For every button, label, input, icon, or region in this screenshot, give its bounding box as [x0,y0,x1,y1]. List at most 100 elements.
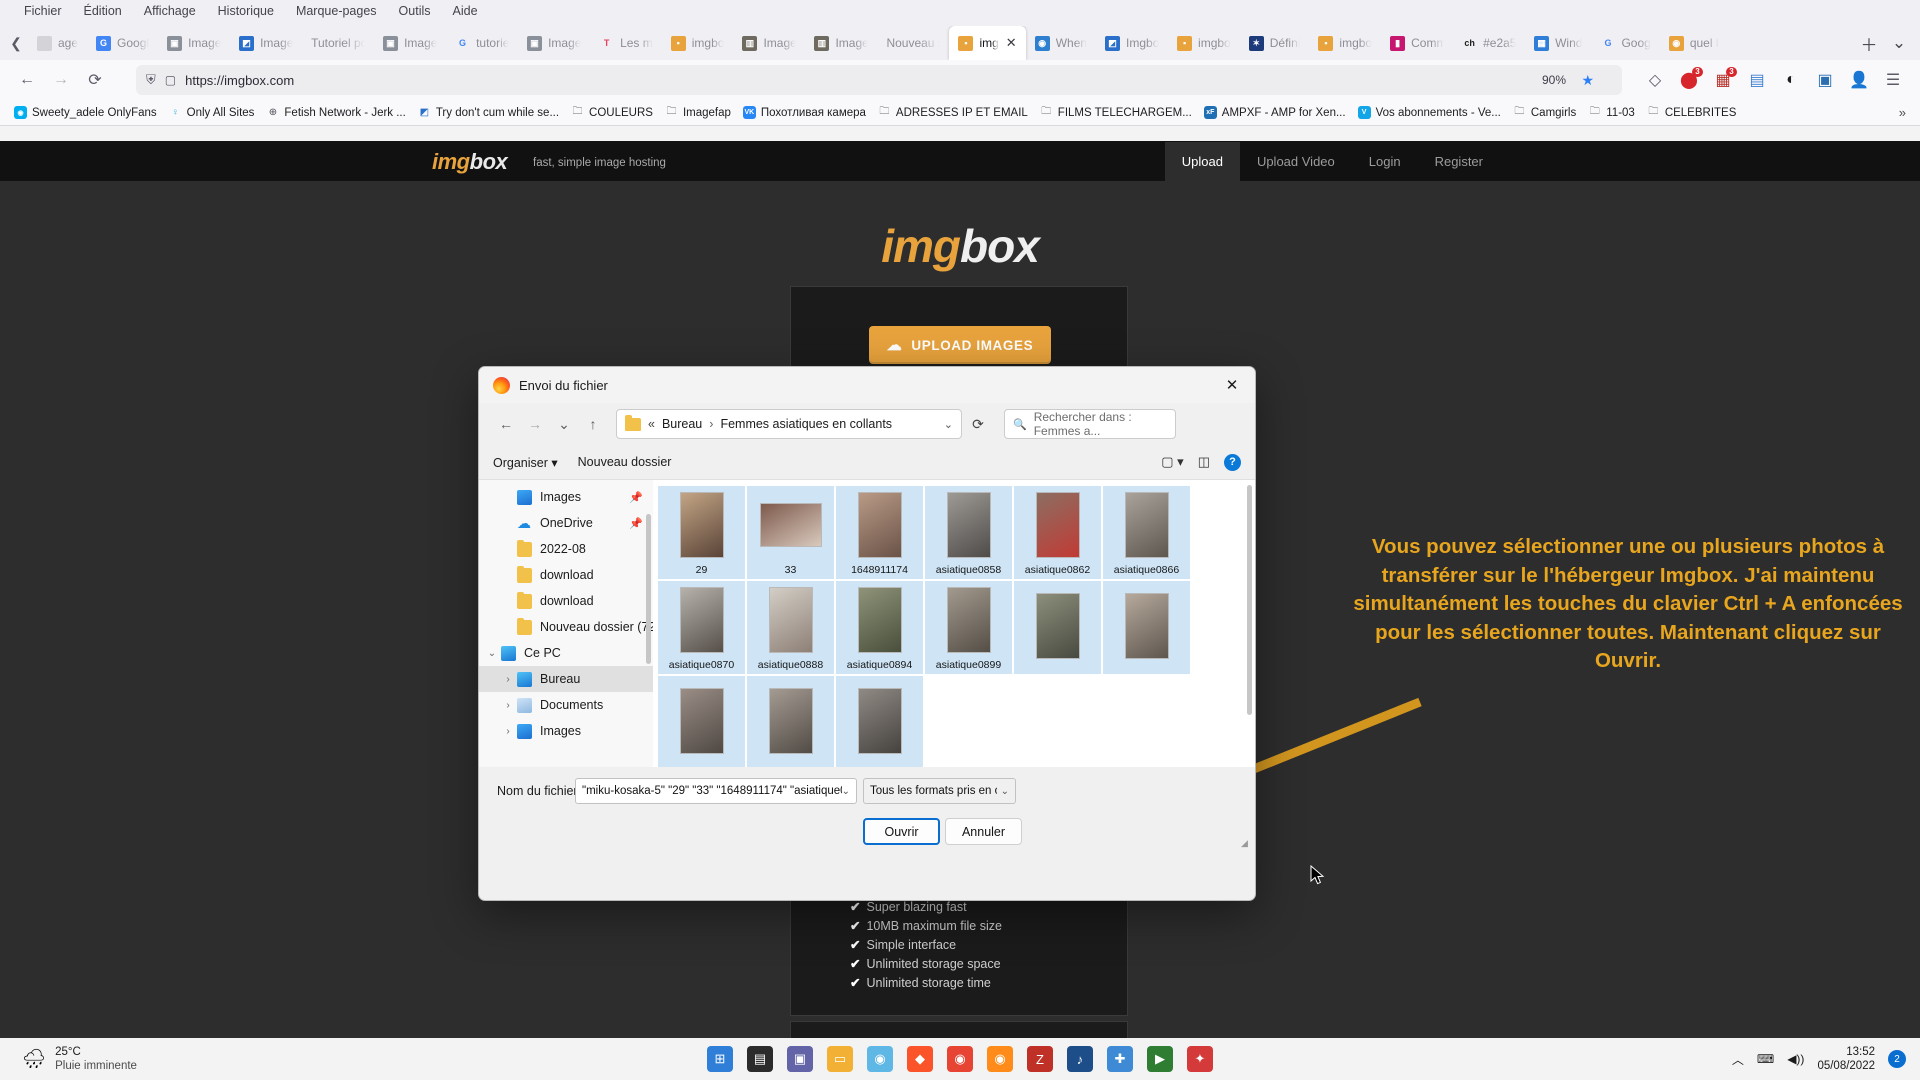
dark-reader-icon[interactable]: ◐ [1776,65,1806,95]
chevron-down-icon[interactable]: ⌄ [483,648,501,659]
bookmark-9[interactable]: xF AMPXF - AMP for Xen... [1198,104,1352,121]
tab-16[interactable]: ▪ imgbo [1168,26,1240,60]
bookmark-star-icon[interactable]: ★ [1581,72,1594,89]
teams-icon[interactable]: ▣ [787,1046,813,1072]
media-icon[interactable]: ▶ [1147,1046,1173,1072]
start-icon[interactable]: ⊞ [707,1046,733,1072]
save-to-pocket-icon[interactable]: ◇ [1640,65,1670,95]
tab-10[interactable]: ▥ Image [733,26,805,60]
menu-item--dition[interactable]: Édition [84,4,122,18]
tab-1[interactable]: G Googl [87,26,158,60]
shield-icon[interactable]: ⛨ [146,72,156,88]
cancel-button[interactable]: Annuler [945,818,1022,845]
tab-20[interactable]: ch #e2a5 [1453,26,1525,60]
view-mode-icon[interactable]: ▢ ▾ [1161,454,1183,470]
tab-7[interactable]: ▣ Image [518,26,590,60]
app-menu-icon[interactable]: ☰ [1878,65,1908,95]
puzzle-icon[interactable]: ✦ [1187,1046,1213,1072]
preview-pane-icon[interactable]: ◫ [1198,454,1210,470]
tab-18[interactable]: ▪ imgbo [1309,26,1381,60]
chevron-right-icon[interactable]: › [499,700,517,711]
taskview-icon[interactable]: ▤ [747,1046,773,1072]
file-item[interactable]: 29 [658,486,745,579]
notification-badge[interactable]: 2 [1888,1050,1906,1068]
tab-0[interactable]: age [28,26,87,60]
tool-icon[interactable]: ✚ [1107,1046,1133,1072]
bookmark-1[interactable]: ♀ Only All Sites [163,104,261,121]
new-folder-button[interactable]: Nouveau dossier [578,455,672,469]
tray-expand-icon[interactable]: ︿ [1732,1051,1744,1068]
tab-4[interactable]: Tutoriel po [302,26,374,60]
organize-menu[interactable]: Organiser ▾ [493,455,558,470]
sidebar-item-download[interactable]: download [479,588,653,614]
dialog-search-input[interactable]: 🔍 Rechercher dans : Femmes a... [1004,409,1176,439]
bookmark-12[interactable]: 🗀 11-03 [1582,104,1641,121]
tab-11[interactable]: ▥ Image [805,26,877,60]
breadcrumb-item-1[interactable]: Femmes asiatiques en collants [720,417,892,431]
file-grid-scrollbar[interactable] [1247,485,1252,715]
bookmark-8[interactable]: 🗀 FILMS TELECHARGEM... [1034,104,1198,121]
volume-icon[interactable]: ◀)) [1787,1052,1804,1066]
site-logo[interactable]: imgbox [432,149,508,175]
dialog-refresh-icon[interactable]: ⟳ [965,411,991,437]
tab-21[interactable]: ▦ Wind [1525,26,1591,60]
menu-item-fichier[interactable]: Fichier [24,4,62,18]
tab-15[interactable]: ◩ Imgbo [1096,26,1168,60]
file-item[interactable] [1014,581,1101,674]
sidebar-item-documents[interactable]: › Documents [479,692,653,718]
dialog-up-icon[interactable]: ↑ [580,411,606,437]
file-item[interactable] [836,676,923,767]
pin-icon[interactable]: 📌 [629,491,653,504]
tab-scroll-left-icon[interactable]: ❮ [4,26,28,60]
file-item[interactable] [1103,581,1190,674]
tab-6[interactable]: Gtutorie [446,26,518,60]
adblock-extension-icon[interactable]: ▦ 3 [1708,65,1738,95]
sidebar-item-images[interactable]: Images 📌 [479,484,653,510]
audio-icon[interactable]: ♪ [1067,1046,1093,1072]
file-item[interactable]: asiatique0894 [836,581,923,674]
menu-item-outils[interactable]: Outils [399,4,431,18]
tab-14[interactable]: ◉ When [1026,26,1096,60]
bookmark-2[interactable]: ⊕ Fetish Network - Jerk ... [260,104,411,121]
sidebar-item-download[interactable]: download [479,562,653,588]
taskbar-clock[interactable]: 13:52 05/08/2022 [1817,1045,1875,1073]
chevron-right-icon[interactable]: › [499,726,517,737]
forward-icon[interactable]: → [46,65,76,95]
bookmark-4[interactable]: 🗀 COULEURS [565,104,659,121]
browser-icon[interactable]: ◉ [867,1046,893,1072]
dialog-recent-locations-icon[interactable]: ⌄ [551,411,577,437]
new-tab-button[interactable]: ＋ [1854,26,1884,60]
dialog-back-icon[interactable]: ← [493,411,519,437]
bookmark-3[interactable]: ◩ Try don't cum while se... [412,104,565,121]
bookmark-10[interactable]: V Vos abonnements - Ve... [1352,104,1507,121]
open-button[interactable]: Ouvrir [863,818,940,845]
address-bar[interactable]: ⛨ ▢ https://imgbox.com 90% ★ [136,65,1622,95]
bookmark-13[interactable]: 🗀 CELEBRITES [1641,104,1743,121]
sidebar-item-onedrive[interactable]: ☁ OneDrive 📌 [479,510,653,536]
site-nav-register[interactable]: Register [1418,142,1500,181]
screenshot-extension-icon[interactable]: ▤ [1742,65,1772,95]
back-icon[interactable]: ← [12,65,42,95]
bookmark-6[interactable]: VK Похотливая камера [737,104,872,121]
sidebar-scrollbar[interactable] [646,514,651,664]
site-nav-login[interactable]: Login [1352,142,1418,181]
account-icon[interactable]: 👤 [1844,65,1874,95]
tab-9[interactable]: ▪ imgbo [662,26,734,60]
sidebar-item-bureau[interactable]: › Bureau [479,666,653,692]
tab-5[interactable]: ▣ Image [374,26,446,60]
file-item[interactable]: asiatique0870 [658,581,745,674]
site-nav-upload-video[interactable]: Upload Video [1240,142,1352,181]
bookmark-11[interactable]: 🗀 Camgirls [1507,104,1582,121]
weather-widget[interactable]: 🌧 25°C Pluie imminente [0,1045,137,1073]
upload-images-button[interactable]: ☁ UPLOAD IMAGES [869,326,1051,364]
zoom-level-label[interactable]: 90% [1542,73,1566,87]
bookmark-0[interactable]: ◉ Sweety_adele OnlyFans [8,104,163,121]
tab-17[interactable]: ✶ Défini [1240,26,1310,60]
file-item[interactable]: 1648911174 [836,486,923,579]
tab-3[interactable]: ◩ Image [230,26,302,60]
tab-12[interactable]: Nouveau s [877,26,949,60]
brave-icon[interactable]: ◆ [907,1046,933,1072]
file-item[interactable]: asiatique0899 [925,581,1012,674]
filezilla-icon[interactable]: Z [1027,1046,1053,1072]
lastpass-icon[interactable]: ▣ [1810,65,1840,95]
